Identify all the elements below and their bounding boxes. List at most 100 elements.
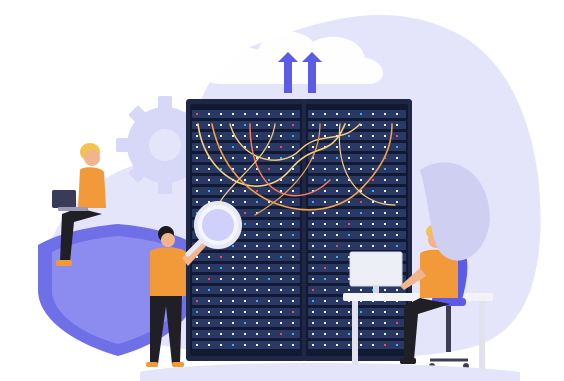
rack-led	[256, 135, 258, 137]
rack-led	[268, 113, 270, 115]
rack-led	[336, 201, 338, 203]
rack-led	[360, 146, 362, 148]
rack-led	[208, 322, 210, 324]
rack-led	[372, 135, 374, 137]
rack-led	[360, 201, 362, 203]
rack-led	[196, 146, 198, 148]
rack-led	[220, 322, 222, 324]
rack-led	[196, 179, 198, 181]
rack-led	[348, 234, 350, 236]
rack-led	[360, 135, 362, 137]
rack-led	[280, 146, 282, 148]
rack-slot	[308, 286, 406, 294]
rack-led	[256, 245, 258, 247]
rack-led	[384, 333, 386, 335]
rack-led	[312, 333, 314, 335]
rack-led	[220, 311, 222, 313]
rack-led	[280, 168, 282, 170]
rack-led	[372, 190, 374, 192]
rack-led	[280, 289, 282, 291]
rack-led	[208, 256, 210, 258]
rack-led	[280, 278, 282, 280]
rack-led	[220, 190, 222, 192]
rack-led	[312, 256, 314, 258]
rack-led	[324, 256, 326, 258]
rack-led	[196, 344, 198, 346]
rack-led	[372, 113, 374, 115]
rack-led	[384, 245, 386, 247]
rack-led	[268, 212, 270, 214]
rack-slot	[308, 242, 406, 250]
rack-led	[372, 245, 374, 247]
rack-led	[268, 124, 270, 126]
rack-led	[292, 267, 294, 269]
rack-led	[348, 135, 350, 137]
rack-led	[360, 157, 362, 159]
rack-led	[312, 168, 314, 170]
rack-led	[256, 311, 258, 313]
rack-led	[244, 223, 246, 225]
rack-led	[324, 179, 326, 181]
rack-led	[324, 245, 326, 247]
rack-led	[372, 311, 374, 313]
rack-led	[384, 289, 386, 291]
rack-led	[292, 223, 294, 225]
rack-led	[324, 322, 326, 324]
rack-led	[292, 289, 294, 291]
rack-slot	[308, 176, 406, 184]
rack-led	[244, 245, 246, 247]
rack-led	[256, 234, 258, 236]
rack-led	[384, 135, 386, 137]
rack-led	[372, 223, 374, 225]
rack-led	[396, 190, 398, 192]
rack-led	[244, 124, 246, 126]
rack-led	[396, 179, 398, 181]
rack-led	[208, 190, 210, 192]
rack-led	[196, 278, 198, 280]
rack-led	[324, 135, 326, 137]
rack-led	[372, 124, 374, 126]
rack-led	[360, 245, 362, 247]
rack-led	[324, 311, 326, 313]
rack-led	[220, 157, 222, 159]
rack-led	[280, 256, 282, 258]
rack-slot	[308, 154, 406, 162]
rack-led	[244, 234, 246, 236]
rack-led	[292, 179, 294, 181]
rack-led	[312, 267, 314, 269]
rack-led	[324, 113, 326, 115]
rack-led	[268, 179, 270, 181]
rack-led	[336, 157, 338, 159]
rack-led	[232, 201, 234, 203]
rack-slot	[308, 231, 406, 239]
rack-led	[196, 135, 198, 137]
rack-led	[244, 311, 246, 313]
rack-led	[280, 322, 282, 324]
rack-led	[268, 278, 270, 280]
rack-led	[292, 234, 294, 236]
rack-led	[268, 223, 270, 225]
rack-led	[384, 124, 386, 126]
rack-led	[348, 190, 350, 192]
rack-led	[244, 179, 246, 181]
rack-led	[348, 322, 350, 324]
rack-slot	[308, 110, 406, 118]
rack-led	[280, 135, 282, 137]
rack-led	[292, 135, 294, 137]
rack-led	[312, 278, 314, 280]
rack-led	[384, 168, 386, 170]
rack-led	[196, 289, 198, 291]
rack-led	[324, 344, 326, 346]
rack-led	[312, 135, 314, 137]
rack-led	[232, 333, 234, 335]
rack-led	[256, 201, 258, 203]
rack-led	[292, 201, 294, 203]
rack-led	[220, 113, 222, 115]
rack-led	[372, 234, 374, 236]
rack-led	[220, 146, 222, 148]
rack-led	[268, 300, 270, 302]
rack-led	[324, 190, 326, 192]
rack-led	[396, 168, 398, 170]
rack-led	[396, 344, 398, 346]
rack-led	[232, 146, 234, 148]
